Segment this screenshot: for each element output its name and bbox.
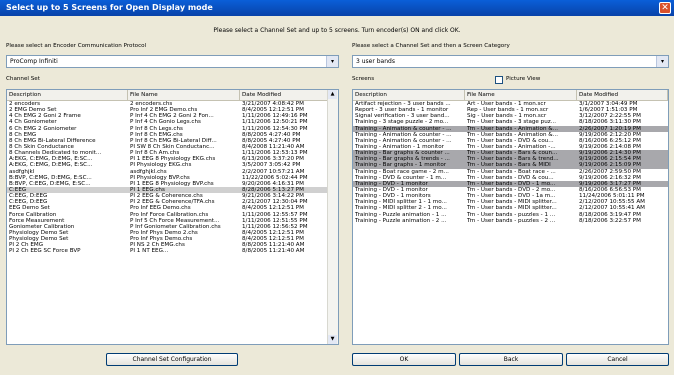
column-header-file-name[interactable]: File Name [128,90,240,100]
cell-description: PI 2 Ch EEG SC Force BVP [9,248,81,255]
protocol-label: Please select an Encoder Communication P… [6,43,147,49]
ok-button[interactable]: OK [352,353,456,366]
cell-description: Training - Puzzle animation - 2 ... [355,217,447,224]
screens-header: Description File Name Date Modified [353,90,668,101]
chevron-down-icon[interactable]: ▾ [326,56,338,67]
scroll-up-icon[interactable]: ▲ [328,90,337,99]
channel-set-rows: 2 encoders 2 encoders.chs 3/21/2007 4:08:4… [7,101,330,255]
screens-list[interactable]: Description File Name Date Modified Arti… [352,89,669,345]
column-header-date-modified[interactable]: Date Modified [577,90,668,100]
instruction-text: Please select a Channel Set and up to 5 … [213,27,461,34]
cancel-button[interactable]: Cancel [566,353,669,366]
screens-label: Screens [352,76,375,82]
screen-category-select[interactable]: 3 user bands ▾ [352,55,669,68]
channel-set-header: Description File Name Date Modified [7,90,330,101]
column-header-description[interactable]: Description [7,90,128,100]
screens-rows: Artifact rejection - 3 user bands ... Art… [353,101,668,224]
channel-set-scrollbar[interactable]: ▲ ▼ [327,90,338,344]
protocol-select[interactable]: ProComp Infiniti ▾ [6,55,339,68]
title-bar: Select up to 5 Screens for Open Display … [0,0,674,16]
column-header-description[interactable]: Description [353,90,465,100]
scroll-down-icon[interactable]: ▼ [328,335,337,344]
chevron-down-icon[interactable]: ▾ [656,56,668,67]
protocol-value: ProComp Infiniti [10,58,58,65]
close-button[interactable]: ✕ [659,2,671,14]
cell-file-name: Trn - User bands - puzzles - 2 ... [467,217,556,224]
cell-date-modified: 8/18/2006 3:22:57 PM [579,217,642,224]
channel-set-configuration-button[interactable]: Channel Set Configuration [106,353,238,366]
cell-date-modified: 8/8/2005 11:21:40 AM [242,248,305,255]
category-value: 3 user bands [356,58,395,65]
table-row[interactable]: Training - Puzzle animation - 2 ... Trn -… [353,218,668,224]
cell-file-name: PI 1 NT EEG... [130,248,169,255]
column-header-date-modified[interactable]: Date Modified [240,90,330,100]
picture-view-checkbox[interactable] [495,76,503,84]
channel-set-list[interactable]: Description File Name Date Modified 2 en… [6,89,339,345]
back-button[interactable]: Back [459,353,563,366]
channel-set-label: Channel Set [6,76,40,82]
table-row[interactable]: PI 2 Ch EEG SC Force BVP PI 1 NT EEG... 8/… [7,248,330,254]
close-icon: ✕ [661,3,669,13]
category-label: Please select a Channel Set and then a S… [352,43,510,49]
column-header-file-name[interactable]: File Name [465,90,577,100]
window-title: Select up to 5 Screens for Open Display … [6,3,213,12]
picture-view-label: Picture View [506,76,541,82]
